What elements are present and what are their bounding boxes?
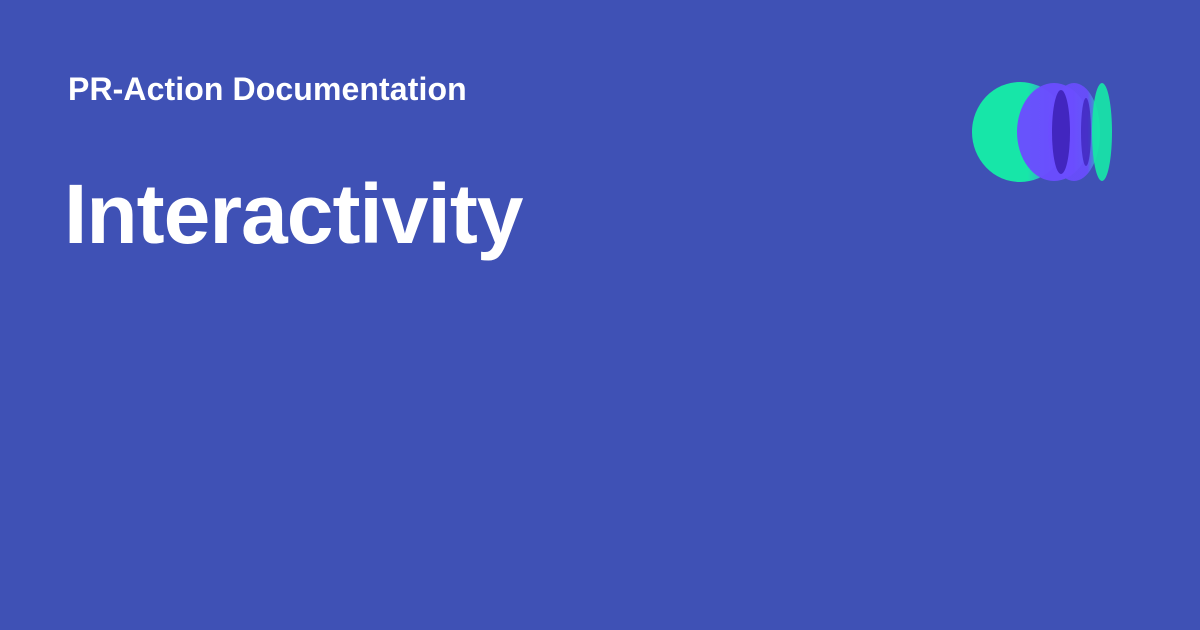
logo-inner-dark-lens bbox=[1052, 90, 1070, 174]
logo-small-dark-lens bbox=[1081, 98, 1091, 166]
social-preview-card: PR-Action Documentation Interactivity bbox=[0, 0, 1200, 630]
documentation-label: PR-Action Documentation bbox=[68, 71, 467, 107]
page-title: Interactivity bbox=[64, 167, 524, 261]
overlapping-circles-logo-icon bbox=[972, 82, 1112, 182]
logo-outer-green-arc bbox=[1092, 83, 1112, 181]
